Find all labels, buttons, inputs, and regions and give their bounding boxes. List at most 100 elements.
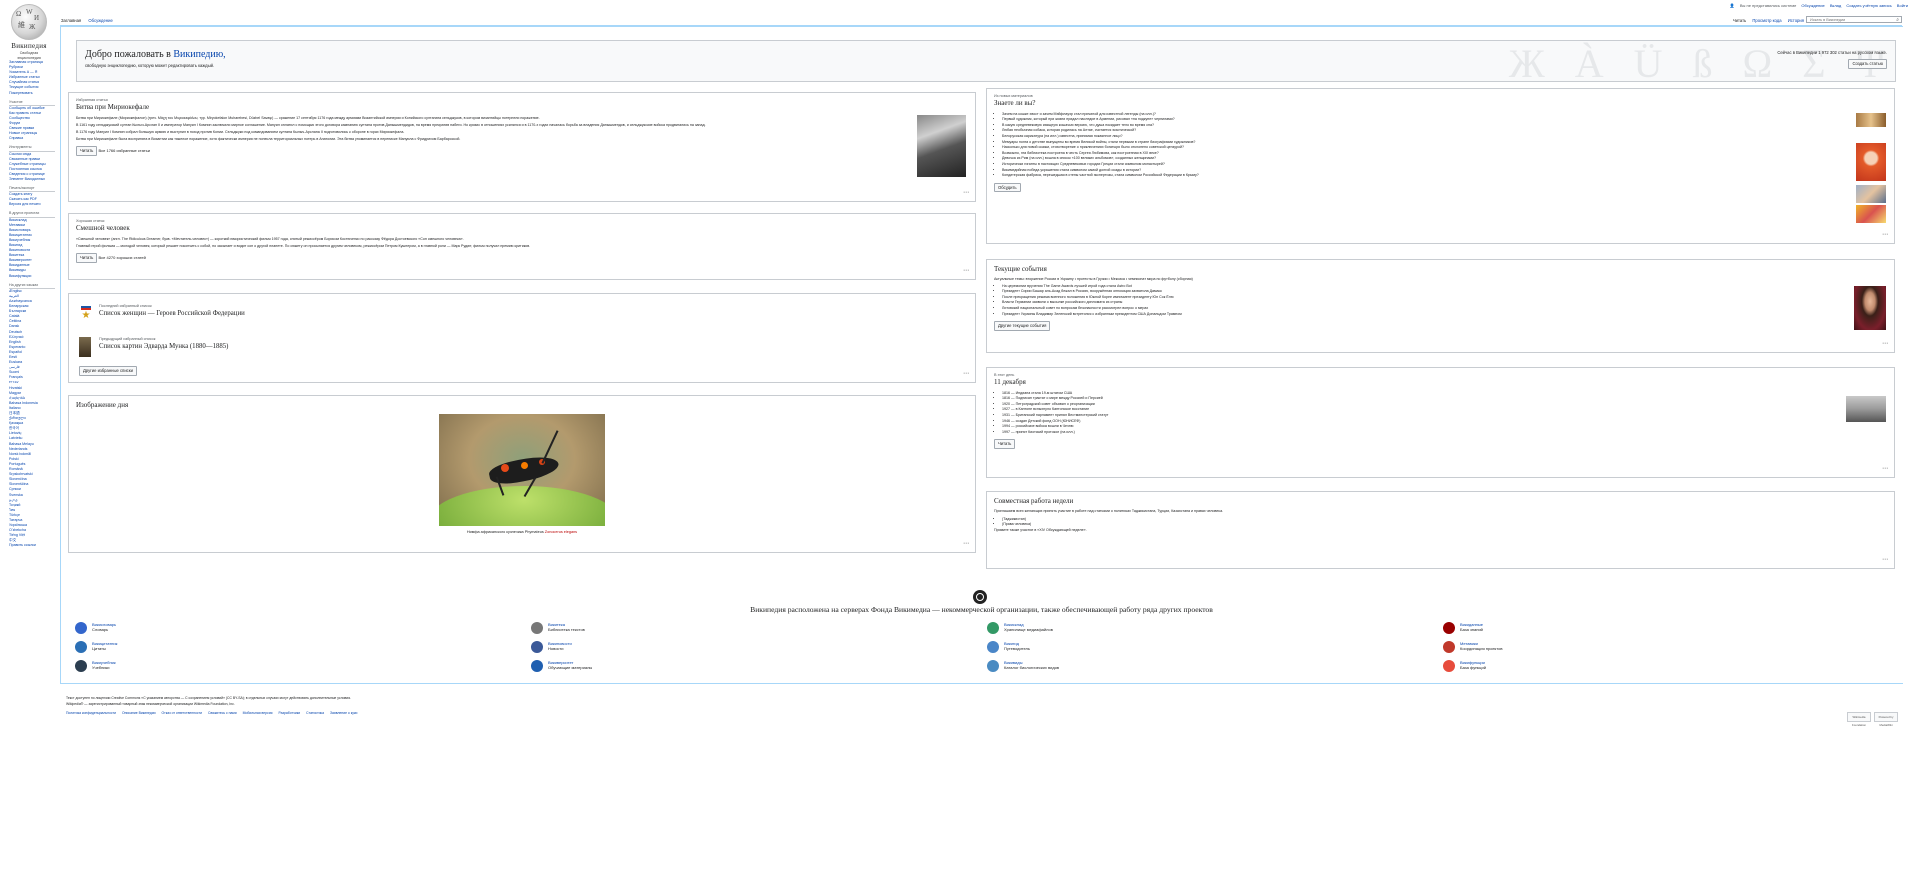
contributions-link[interactable]: Вклад bbox=[1830, 3, 1841, 8]
tab-history[interactable]: История bbox=[1788, 18, 1804, 23]
user-icon: 👤 bbox=[1729, 3, 1735, 8]
create-article-button[interactable]: Создать статью bbox=[1848, 59, 1887, 69]
news-portrait-image[interactable] bbox=[1854, 286, 1886, 330]
search-box[interactable]: ⌕ bbox=[1806, 16, 1902, 23]
project-10[interactable]: Викиверситет Обучающие материалы bbox=[531, 660, 593, 672]
other-events-button[interactable]: Другие текущие события bbox=[994, 321, 1051, 331]
tab-view-source[interactable]: Просмотр кода bbox=[1752, 18, 1781, 23]
news-title: Текущие события bbox=[994, 265, 1047, 273]
login-link[interactable]: Войти bbox=[1897, 3, 1908, 8]
footer-link[interactable]: Отказ от ответственности bbox=[162, 711, 202, 715]
pod-caption-link[interactable]: Zonocerus elegans bbox=[545, 530, 577, 534]
globe-icon: ΩWИ維Ж bbox=[11, 4, 47, 40]
good-title[interactable]: Смешной человек bbox=[76, 224, 968, 233]
dyk-discuss-button[interactable]: Обсудить bbox=[994, 182, 1021, 193]
grasshopper-image[interactable] bbox=[439, 414, 605, 526]
featured-article-box: Избранная статья Битва при Мириокефале Б… bbox=[68, 92, 976, 202]
project-8[interactable]: Метавики Координация проектов bbox=[1443, 641, 1503, 653]
sidebar-projects-item[interactable]: Викифункции bbox=[9, 274, 55, 279]
more-menu-icon[interactable]: ⋯ bbox=[1882, 231, 1888, 239]
project-3[interactable]: Викисклад Хранилище медиафайлов bbox=[987, 622, 1053, 634]
wikimedia-badge[interactable]: Wikimedia Foundation bbox=[1847, 712, 1871, 727]
project-desc: Координация проектов bbox=[1460, 646, 1503, 651]
featured-all-link[interactable]: Все 1766 избранные статьи bbox=[98, 148, 149, 153]
project-4[interactable]: Викиданные База знаний bbox=[1443, 622, 1483, 634]
other-lists-button[interactable]: Другие избранные списки bbox=[79, 366, 137, 376]
wikimedia-logo[interactable] bbox=[973, 590, 987, 604]
dyk-image-1[interactable] bbox=[1856, 113, 1886, 127]
welcome-title-link[interactable]: Википедию, bbox=[173, 49, 225, 60]
project-desc: Новости bbox=[548, 646, 564, 651]
good-all-link[interactable]: Все 4270 хороших статей bbox=[98, 255, 145, 260]
tab-read[interactable]: Читать bbox=[1733, 18, 1746, 23]
footer-link[interactable]: Свяжитесь с нами bbox=[208, 711, 237, 715]
welcome-title: Добро пожаловать в Википедию, bbox=[85, 48, 226, 62]
otd-date[interactable]: 11 декабря bbox=[994, 378, 1887, 387]
otd-read-button[interactable]: Читать bbox=[994, 439, 1016, 449]
more-menu-icon[interactable]: ⋯ bbox=[1882, 465, 1888, 473]
otd-item[interactable]: 1997 — принят Киотский протокол (на илл.… bbox=[1002, 430, 1887, 436]
more-menu-icon[interactable]: ⋯ bbox=[1882, 340, 1888, 348]
dyk-image-3[interactable] bbox=[1856, 185, 1886, 203]
dyk-image-2[interactable] bbox=[1856, 143, 1886, 181]
munch-portrait-image[interactable] bbox=[79, 337, 91, 357]
search-input[interactable] bbox=[1810, 18, 1890, 22]
more-menu-icon[interactable]: ⋯ bbox=[963, 267, 969, 275]
footer-link[interactable]: Мобильная версия bbox=[243, 711, 273, 715]
collab-list: (Таджикистан)(Права человека) bbox=[994, 517, 1887, 528]
mediawiki-badge[interactable]: Powered by MediaWiki bbox=[1874, 712, 1898, 727]
project-1[interactable]: Викисловарь Словарь bbox=[75, 622, 116, 634]
list-2-title[interactable]: Список картин Эдварда Мунка (1880—1885) bbox=[99, 342, 228, 351]
more-menu-icon[interactable]: ⋯ bbox=[963, 370, 969, 378]
more-menu-icon[interactable]: ⋯ bbox=[1882, 556, 1888, 564]
on-this-day-box: В этот день 11 декабря 1816 — Индиана ст… bbox=[986, 367, 1895, 478]
list-1-title[interactable]: Список женщин — Героев Российской Федера… bbox=[99, 309, 245, 318]
project-2[interactable]: Викитека Библиотека текстов bbox=[531, 622, 585, 634]
featured-title[interactable]: Битва при Мириокефале bbox=[76, 103, 968, 112]
sidebar-participation-item[interactable]: Справка bbox=[9, 136, 55, 141]
namespace-tabs: Заглавная Обсуждение bbox=[60, 17, 118, 26]
featured-lists-box: ★ Последний избранный список Список женщ… bbox=[68, 293, 976, 383]
sidebar-nav-item[interactable]: Пожертвовать bbox=[9, 91, 55, 96]
project-7[interactable]: Викигид Путеводитель bbox=[987, 641, 1030, 653]
create-account-link[interactable]: Создать учётную запись bbox=[1846, 3, 1891, 8]
project-12[interactable]: Викифункции База функций bbox=[1443, 660, 1486, 672]
edit-links-link[interactable]: Править ссылки bbox=[9, 543, 55, 548]
good-article-box: Хорошая статья Смешной человек «Смешной … bbox=[68, 213, 976, 280]
article-count: Сейчас в Википедии 1 972 302 статьи на р… bbox=[1777, 50, 1887, 55]
footer-trademark: Wikipedia® — зарегистрированный товарный… bbox=[66, 701, 235, 706]
footer-link[interactable]: Статистика bbox=[306, 711, 324, 715]
more-menu-icon[interactable]: ⋯ bbox=[963, 540, 969, 548]
footer-link[interactable]: Политика конфиденциальности bbox=[66, 711, 116, 715]
more-menu-icon[interactable]: ⋯ bbox=[963, 189, 969, 197]
news-lead: Актуальные темы: вторжение России в Укра… bbox=[994, 277, 1193, 282]
sidebar-tools-item[interactable]: Элемент Викиданных bbox=[9, 177, 55, 182]
project-11[interactable]: Викивиды Каталог биологических видов bbox=[987, 660, 1059, 672]
otd-image[interactable] bbox=[1846, 396, 1886, 422]
search-icon[interactable]: ⌕ bbox=[1896, 17, 1899, 23]
dyk-item[interactable]: Кондитерская фабрика, перешедшая в стены… bbox=[1002, 173, 1887, 179]
news-list: На церемонии вручения The Game Awards лу… bbox=[994, 284, 1887, 318]
featured-read-button[interactable]: Читать bbox=[76, 146, 98, 157]
news-item[interactable]: Президент Украины Владимир Зеленский вст… bbox=[1002, 312, 1887, 318]
featured-p2: В 1161 году сельджукский султан Кылыч-Ар… bbox=[76, 122, 706, 127]
battle-engraving-image[interactable] bbox=[917, 115, 966, 177]
current-events-box: Текущие события Актуальные темы: вторжен… bbox=[986, 259, 1895, 353]
project-6[interactable]: Викиновости Новости bbox=[531, 641, 572, 653]
footer-link[interactable]: Описание Википедии bbox=[122, 711, 156, 715]
dyk-image-4[interactable] bbox=[1856, 205, 1886, 223]
project-5[interactable]: Викицитатник Цитаты bbox=[75, 641, 117, 653]
project-desc: Учебники bbox=[92, 665, 110, 670]
sidebar-print-item[interactable]: Версия для печати bbox=[9, 202, 55, 207]
dyk-list: Зачем на кошке хвост и зачем Мэйфлауэр с… bbox=[994, 112, 1887, 179]
project-desc: Обучающие материалы bbox=[548, 665, 593, 670]
dyk-title: Знаете ли вы? bbox=[994, 99, 1036, 108]
footer-link[interactable]: Разработчики bbox=[278, 711, 300, 715]
wikipedia-logo[interactable]: ΩWИ維Ж Википедия Свободная энциклопедия bbox=[8, 4, 50, 60]
talk-link[interactable]: Обсуждение bbox=[1801, 3, 1824, 8]
project-9[interactable]: Викиучебник Учебники bbox=[75, 660, 116, 672]
good-read-button[interactable]: Читать bbox=[76, 252, 98, 263]
footer-link[interactable]: Заявление о куки bbox=[330, 711, 357, 715]
collab-more[interactable]: Примите также участие в «XIV Обсуждающей… bbox=[994, 528, 1887, 533]
tab-talk[interactable]: Обсуждение bbox=[87, 17, 113, 25]
